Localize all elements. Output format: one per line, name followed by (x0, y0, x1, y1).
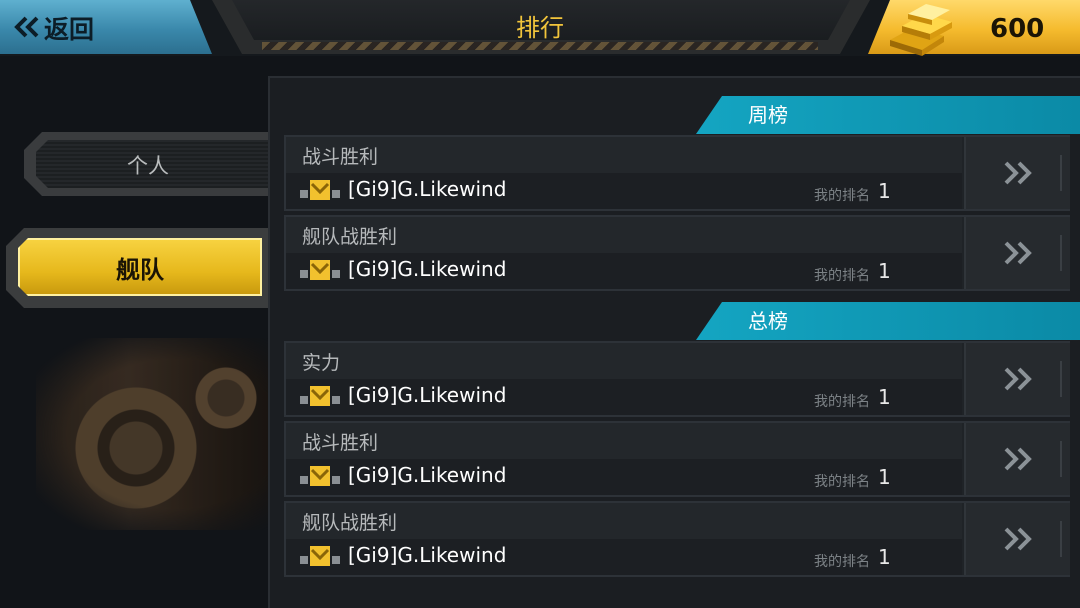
my-rank-value: 1 (878, 545, 891, 569)
player-name: [Gi9]G.Likewind (348, 383, 507, 407)
my-rank-label: 我的排名 (814, 554, 870, 570)
section-title-total: 总榜 (748, 309, 788, 333)
player-name: [Gi9]G.Likewind (348, 257, 507, 281)
row-title-bar (286, 343, 962, 379)
double-chevron-right-icon[interactable] (1002, 239, 1036, 267)
section-title-weekly: 周榜 (748, 103, 788, 127)
row-title-bar (286, 423, 962, 459)
row-open-button[interactable] (964, 423, 1070, 495)
rank-insignia-icon (300, 466, 340, 486)
row-edge-notch (1060, 441, 1068, 477)
my-rank-label: 我的排名 (814, 268, 870, 284)
row-open-button[interactable] (964, 503, 1070, 575)
my-rank-label: 我的排名 (814, 474, 870, 490)
row-open-button[interactable] (964, 217, 1070, 289)
rank-row[interactable]: 战斗胜利 [Gi9]G.Likewind 我的排名 1 (284, 135, 1070, 211)
tab-personal-label[interactable]: 个人 (36, 150, 260, 180)
rank-insignia-icon (300, 386, 340, 406)
double-chevron-right-icon[interactable] (1002, 159, 1036, 187)
row-open-button[interactable] (964, 137, 1070, 209)
my-rank-value: 1 (878, 259, 891, 283)
row-title: 战斗胜利 (302, 432, 379, 454)
row-edge-notch (1060, 521, 1068, 557)
machinery-decoration (36, 338, 268, 530)
row-edge-notch (1060, 155, 1068, 191)
double-chevron-right-icon[interactable] (1002, 365, 1036, 393)
rank-insignia-icon (300, 546, 340, 566)
row-title: 实力 (302, 352, 341, 374)
rank-row[interactable]: 舰队战胜利 [Gi9]G.Likewind 我的排名 1 (284, 501, 1070, 577)
row-title: 舰队战胜利 (302, 226, 398, 248)
my-rank-value: 1 (878, 179, 891, 203)
my-rank-label: 我的排名 (814, 188, 870, 204)
row-title: 战斗胜利 (302, 146, 379, 168)
currency-value: 600 (990, 14, 1045, 44)
rank-row[interactable]: 战斗胜利 [Gi9]G.Likewind 我的排名 1 (284, 421, 1070, 497)
gold-bars-icon (890, 4, 952, 56)
player-name: [Gi9]G.Likewind (348, 543, 507, 567)
player-name: [Gi9]G.Likewind (348, 463, 507, 487)
row-edge-notch (1060, 361, 1068, 397)
section-header-weekly: 周榜 (696, 96, 1080, 134)
rank-row[interactable]: 实力 [Gi9]G.Likewind 我的排名 1 (284, 341, 1070, 417)
double-chevron-right-icon[interactable] (1002, 525, 1036, 553)
player-name: [Gi9]G.Likewind (348, 177, 507, 201)
rank-insignia-icon (300, 180, 340, 200)
row-title-bar (286, 137, 962, 173)
rank-row[interactable]: 舰队战胜利 [Gi9]G.Likewind 我的排名 1 (284, 215, 1070, 291)
hazard-stripe (262, 42, 818, 50)
my-rank-value: 1 (878, 465, 891, 489)
double-chevron-right-icon[interactable] (1002, 445, 1036, 473)
row-edge-notch (1060, 235, 1068, 271)
my-rank-label: 我的排名 (814, 394, 870, 410)
tab-fleet-label[interactable]: 舰队 (18, 250, 262, 285)
rank-insignia-icon (300, 260, 340, 280)
section-header-total: 总榜 (696, 302, 1080, 340)
my-rank-value: 1 (878, 385, 891, 409)
row-open-button[interactable] (964, 343, 1070, 415)
row-title: 舰队战胜利 (302, 512, 398, 534)
